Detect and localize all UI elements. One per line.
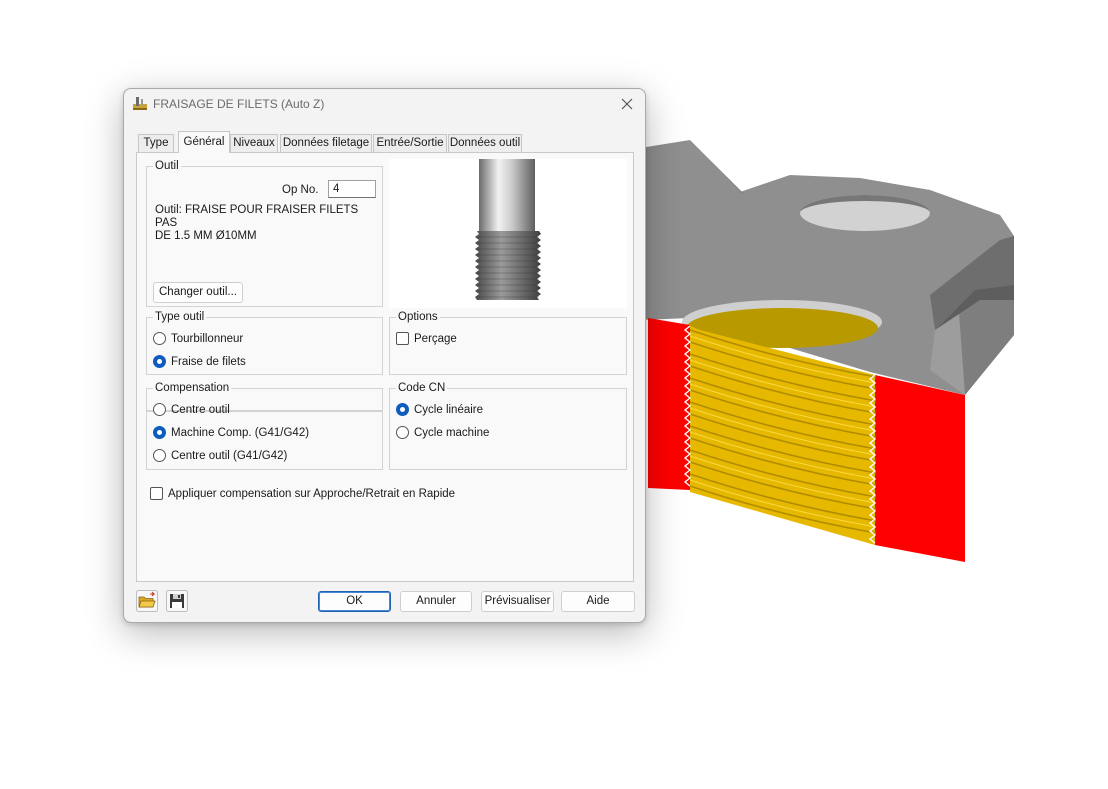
compensation-group: Compensation Centre outil Machine Comp. … bbox=[146, 381, 383, 470]
tab-label: Données outil bbox=[449, 137, 521, 149]
tab-donnees-filetage[interactable]: Données filetage bbox=[280, 134, 372, 152]
op-no-label: Op No. bbox=[282, 184, 319, 196]
tool-description-line-1: Outil: FRAISE POUR FRAISER FILETS PAS bbox=[155, 204, 359, 229]
close-icon[interactable] bbox=[617, 94, 637, 114]
tool-type-group: Type outil Tourbillonneur Fraise de file… bbox=[146, 310, 383, 375]
radio-centre-outil-g41-g42[interactable] bbox=[153, 449, 166, 462]
help-button[interactable]: Aide bbox=[561, 591, 635, 612]
tab-label: Type bbox=[143, 137, 169, 149]
code-cn-group: Code CN Cycle linéaire Cycle machine bbox=[389, 381, 627, 470]
tab-label: Général bbox=[183, 136, 225, 148]
radio-centre-outil-label: Centre outil bbox=[171, 404, 230, 416]
tab-panel-general: Outil Op No. 4 Outil: FRAISE POUR FRAISE… bbox=[136, 152, 634, 582]
title-bar[interactable]: FRAISAGE DE FILETS (Auto Z) bbox=[124, 89, 645, 119]
radio-centre-outil-g41-g42-label: Centre outil (G41/G42) bbox=[171, 450, 288, 462]
radio-machine-comp-label: Machine Comp. (G41/G42) bbox=[171, 427, 310, 439]
percage-checkbox[interactable] bbox=[396, 332, 409, 345]
tab-label: Niveaux bbox=[233, 137, 275, 149]
options-group: Options Perçage bbox=[389, 310, 627, 375]
thread-milling-dialog: FRAISAGE DE FILETS (Auto Z) Type Général… bbox=[123, 88, 646, 623]
percage-label: Perçage bbox=[414, 333, 457, 345]
radio-cycle-lineaire-label: Cycle linéaire bbox=[414, 404, 484, 416]
radio-fraise-de-filets-label: Fraise de filets bbox=[171, 356, 246, 368]
tab-entree-sortie[interactable]: Entrée/Sortie bbox=[373, 134, 447, 152]
tab-donnees-outil[interactable]: Données outil bbox=[448, 134, 522, 152]
radio-tourbillonneur[interactable] bbox=[153, 332, 166, 345]
app-icon bbox=[133, 97, 147, 110]
outil-legend: Outil bbox=[153, 159, 181, 173]
cancel-button[interactable]: Annuler bbox=[400, 591, 472, 612]
tab-type[interactable]: Type bbox=[138, 134, 174, 152]
radio-centre-outil[interactable] bbox=[153, 403, 166, 416]
open-folder-icon[interactable] bbox=[136, 590, 158, 612]
radio-tourbillonneur-label: Tourbillonneur bbox=[171, 333, 244, 345]
dialog-title: FRAISAGE DE FILETS (Auto Z) bbox=[153, 97, 325, 111]
radio-fraise-de-filets[interactable] bbox=[153, 355, 166, 368]
save-disk-icon[interactable] bbox=[166, 590, 188, 612]
compensation-legend: Compensation bbox=[153, 381, 232, 395]
options-legend: Options bbox=[396, 310, 440, 324]
radio-machine-comp[interactable] bbox=[153, 426, 166, 439]
radio-cycle-lineaire[interactable] bbox=[396, 403, 409, 416]
radio-cycle-machine[interactable] bbox=[396, 426, 409, 439]
ok-button[interactable]: OK bbox=[318, 591, 391, 612]
radio-cycle-machine-label: Cycle machine bbox=[414, 427, 490, 439]
tool-description: Outil: FRAISE POUR FRAISER FILETS PAS DE… bbox=[155, 204, 380, 243]
tab-general[interactable]: Général bbox=[178, 131, 230, 153]
code-cn-legend: Code CN bbox=[396, 381, 448, 395]
tool-description-line-2: DE 1.5 MM Ø10MM bbox=[155, 230, 257, 242]
op-no-input[interactable]: 4 bbox=[328, 180, 376, 198]
tool-preview-image bbox=[389, 159, 627, 308]
tool-type-legend: Type outil bbox=[153, 310, 207, 324]
outil-group: Outil Op No. 4 Outil: FRAISE POUR FRAISE… bbox=[146, 159, 383, 307]
change-tool-button[interactable]: Changer outil... bbox=[153, 282, 243, 303]
apply-compensation-checkbox[interactable] bbox=[150, 487, 163, 500]
tab-niveaux[interactable]: Niveaux bbox=[230, 134, 278, 152]
preview-button[interactable]: Prévisualiser bbox=[481, 591, 554, 612]
tab-label: Entrée/Sortie bbox=[376, 137, 444, 149]
apply-compensation-label: Appliquer compensation sur Approche/Retr… bbox=[168, 488, 456, 500]
tab-label: Données filetage bbox=[282, 137, 370, 149]
